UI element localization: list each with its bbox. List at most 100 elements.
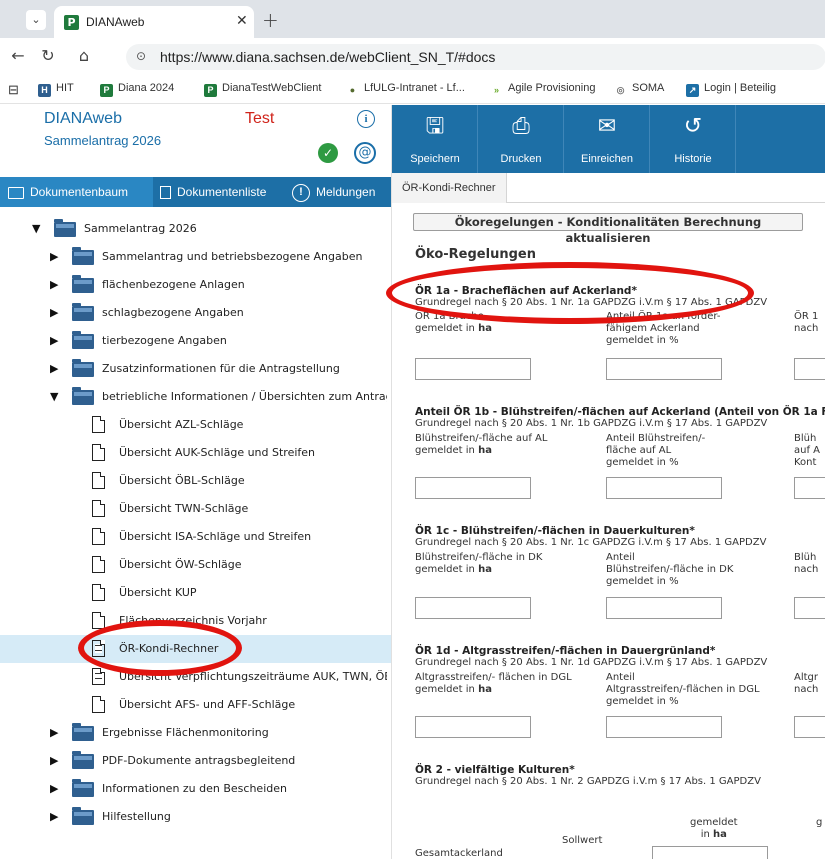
tree-item[interactable]: ▶ Ergebnisse Flächenmonitoring [0,719,391,747]
or1d-extra-input[interactable] [794,716,825,738]
info-icon[interactable]: i [357,110,375,128]
tab-list-dropdown-icon[interactable]: ⌄ [26,10,46,30]
back-icon[interactable]: ← [8,46,28,65]
tree-item-label: Übersicht ÖBL-Schläge [119,474,245,487]
recalculate-button[interactable]: Ökoregelungen - Konditionalitäten Berech… [413,213,803,245]
diana-favicon-icon: P [64,15,79,30]
tree-item[interactable]: Übersicht Verpflichtungszeiträume AUK, T… [0,663,391,691]
tree-item[interactable]: Übersicht AFS- und AFF-Schläge [0,691,391,719]
or1c-percent-input[interactable] [606,597,722,619]
tab-dokumentenbaum[interactable]: Dokumentenbaum [0,177,153,207]
col-label: Blüh auf A Kont [794,433,821,468]
p-icon: P [100,84,113,97]
or1c-extra-input[interactable] [794,597,825,619]
expand-right-icon[interactable]: ▶ [50,334,58,347]
bookmark-soma[interactable]: ◎ SOMA [614,82,665,97]
tab-or-kondi-rechner[interactable]: ÖR-Kondi-Rechner [392,173,507,203]
tree-item[interactable]: Übersicht ÖW-Schläge [0,551,391,579]
bookmark-diana-2024[interactable]: P Diana 2024 [100,82,174,97]
document-icon [92,612,105,629]
home-icon[interactable]: ⌂ [74,46,94,65]
gesamtackerland-input[interactable] [652,846,768,859]
folder-icon [72,387,94,405]
tree-item[interactable]: Übersicht AUK-Schläge und Streifen [0,439,391,467]
url-field[interactable]: ⊙ https://www.diana.sachsen.de/webClient… [126,44,825,70]
print-button[interactable]: ⎙ Drucken [478,105,564,173]
or1b-ha-input[interactable] [415,477,531,499]
close-tab-icon[interactable]: ✕ [236,13,248,29]
or1a-extra-input[interactable] [794,358,825,380]
expand-right-icon[interactable]: ▶ [50,754,58,767]
bookmark-agile-provisioning[interactable]: » Agile Provisioning [490,82,595,97]
tree-item[interactable]: ▶ Informationen zu den Bescheiden [0,775,391,803]
tree-item[interactable]: Flächenverzeichnis Vorjahr [0,607,391,635]
tree-item[interactable]: ▼ Sammelantrag 2026 [0,215,391,243]
browser-tab[interactable]: P DIANAweb ✕ [54,6,254,38]
document-icon [92,584,105,601]
reload-icon[interactable]: ↻ [38,46,58,65]
expand-right-icon[interactable]: ▶ [50,278,58,291]
check-status-icon[interactable]: ✓ [318,143,338,163]
tab-title: DIANAweb [86,15,145,29]
bookmark-login[interactable]: ↗ Login | Beteilig [686,82,776,97]
or1b-extra-input[interactable] [794,477,825,499]
tree-item[interactable]: Übersicht ISA-Schläge und Streifen [0,523,391,551]
or1a-ha-input[interactable] [415,358,531,380]
or1c-ha-input[interactable] [415,597,531,619]
or1b-percent-input[interactable] [606,477,722,499]
history-button[interactable]: ↺ Historie [650,105,736,173]
or1d-percent-input[interactable] [606,716,722,738]
expand-right-icon[interactable]: ▶ [50,810,58,823]
folder-icon [72,303,94,321]
tree-item[interactable]: Übersicht KUP [0,579,391,607]
tree-item[interactable]: ▶ Sammelantrag und betriebsbezogene Angab… [0,243,391,271]
tab-dokumentenliste[interactable]: Dokumentenliste [160,177,288,207]
tree-item-label: PDF-Dokumente antragsbegleitend [102,754,296,767]
col-label: Blüh nach [794,552,819,575]
save-button[interactable]: 🖫 Speichern [392,105,478,173]
folder-icon [72,807,94,825]
col-label: ÖR 1a Brache gemeldet in ha [415,311,492,334]
tree-item-label: Übersicht Verpflichtungszeiträume AUK, T… [119,670,387,683]
app-name: DIANAweb [44,110,122,127]
expand-down-icon[interactable]: ▼ [32,222,40,235]
left-panel: DIANAweb Sammelantrag 2026 Test i ✓ @ Do… [0,105,391,859]
bookmarks-menu-icon[interactable]: ⊟ [8,82,19,98]
block-title-or1c: ÖR 1c - Blühstreifen/-flächen in Dauerku… [415,525,695,537]
tree-item-label: Sammelantrag 2026 [84,222,197,235]
tree-item-label: ÖR-Kondi-Rechner [119,642,219,655]
expand-right-icon[interactable]: ▶ [50,306,58,319]
expand-right-icon[interactable]: ▶ [50,782,58,795]
bookmark-dianatestwebclient[interactable]: P DianaTestWebClient [204,82,321,97]
tree-item-label: tierbezogene Angaben [102,334,227,347]
tree-item[interactable]: Übersicht TWN-Schläge [0,495,391,523]
bookmark-hit[interactable]: H HIT [38,82,74,97]
document-tabs: ÖR-Kondi-Rechner [392,173,825,203]
at-sign-icon[interactable]: @ [354,142,376,164]
tree-item-label: Übersicht AUK-Schläge und Streifen [119,446,316,459]
or1a-percent-input[interactable] [606,358,722,380]
main-panel: 🖫 Speichern ⎙ Drucken ✉ Einreichen ↺ His… [392,105,825,859]
expand-right-icon[interactable]: ▶ [50,362,58,375]
new-tab-icon[interactable]: + [262,8,279,32]
expand-right-icon[interactable]: ▶ [50,250,58,263]
tree-item[interactable]: ÖR-Kondi-Rechner [0,635,391,663]
or1d-ha-input[interactable] [415,716,531,738]
tree-item[interactable]: Übersicht ÖBL-Schläge [0,467,391,495]
expand-down-icon[interactable]: ▼ [50,390,58,403]
tree-item[interactable]: ▶ Zusatzinformationen für die Antragstell… [0,355,391,383]
block-title-or2: ÖR 2 - vielfältige Kulturen* [415,764,575,776]
tree-item[interactable]: Übersicht AZL-Schläge [0,411,391,439]
folder-icon [72,751,94,769]
expand-right-icon[interactable]: ▶ [50,726,58,739]
tree-item[interactable]: ▶ tierbezogene Angaben [0,327,391,355]
submit-button[interactable]: ✉ Einreichen [564,105,650,173]
tab-meldungen[interactable]: ! Meldungen [292,177,391,207]
site-info-icon[interactable]: ⊙ [136,49,146,63]
bookmark-lfulg-intranet[interactable]: ● LfULG-Intranet - Lf... [346,82,465,97]
tree-item[interactable]: ▶ PDF-Dokumente antragsbegleitend [0,747,391,775]
tree-item[interactable]: ▶ schlagbezogene Angaben [0,299,391,327]
tree-item[interactable]: ▶ flächenbezogene Anlagen [0,271,391,299]
tree-item[interactable]: ▼ betriebliche Informationen / Übersichte… [0,383,391,411]
tree-item[interactable]: ▶ Hilfestellung [0,803,391,831]
